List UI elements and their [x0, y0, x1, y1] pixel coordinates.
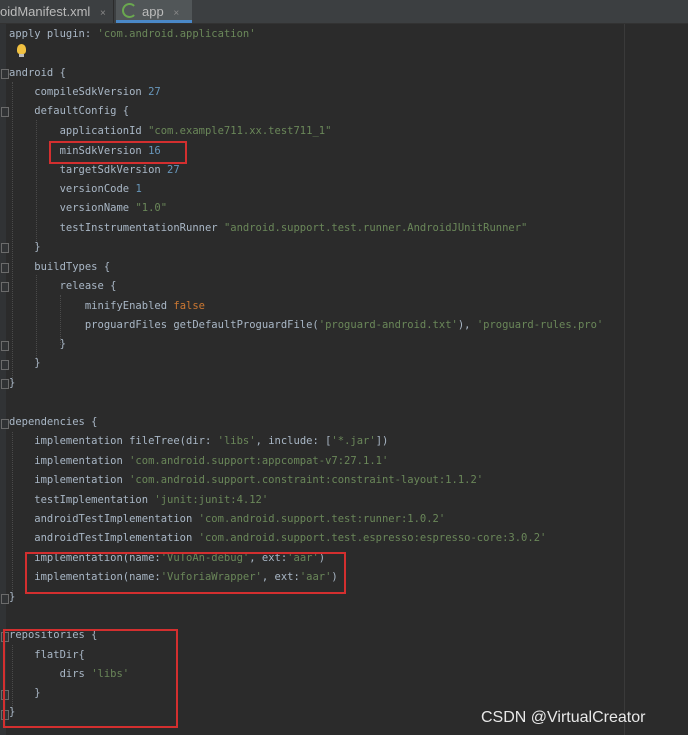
- fold-marker-icon[interactable]: [1, 107, 9, 117]
- code-line[interactable]: testImplementation 'junit:junit:4.12': [9, 491, 268, 510]
- code-line[interactable]: android {: [9, 64, 66, 83]
- code-line[interactable]: androidTestImplementation 'com.android.s…: [9, 510, 445, 529]
- code-line[interactable]: compileSdkVersion 27: [9, 83, 160, 102]
- code-line[interactable]: versionCode 1: [9, 180, 142, 199]
- editor-tab-bar: oidManifest.xml × app ×: [0, 0, 688, 24]
- code-line[interactable]: }: [9, 335, 66, 354]
- fold-marker-icon[interactable]: [1, 282, 9, 292]
- code-line[interactable]: testInstrumentationRunner "android.suppo…: [9, 219, 528, 238]
- fold-marker-icon[interactable]: [1, 594, 9, 604]
- code-line[interactable]: implementation 'com.android.support.cons…: [9, 471, 483, 490]
- code-line[interactable]: release {: [9, 277, 117, 296]
- code-line[interactable]: versionName "1.0": [9, 199, 167, 218]
- code-line[interactable]: buildTypes {: [9, 258, 110, 277]
- highlight-box-repositories: [3, 629, 178, 728]
- fold-marker-icon[interactable]: [1, 419, 9, 429]
- tab-android-manifest[interactable]: oidManifest.xml ×: [0, 0, 114, 23]
- watermark: CSDN @VirtualCreator: [481, 709, 646, 726]
- intention-bulb-icon[interactable]: [17, 44, 26, 57]
- tab-label: app: [142, 4, 164, 19]
- fold-marker-icon[interactable]: [1, 360, 9, 370]
- code-line[interactable]: implementation 'com.android.support:appc…: [9, 452, 388, 471]
- fold-marker-icon[interactable]: [1, 243, 9, 253]
- code-line[interactable]: androidTestImplementation 'com.android.s…: [9, 529, 546, 548]
- fold-marker-icon[interactable]: [1, 69, 9, 79]
- code-line[interactable]: dependencies {: [9, 413, 98, 432]
- highlight-box-min-sdk: [49, 141, 187, 164]
- close-icon[interactable]: ×: [100, 8, 106, 19]
- tab-app-gradle[interactable]: app ×: [116, 0, 192, 23]
- code-line[interactable]: }: [9, 238, 40, 257]
- code-line[interactable]: applicationId "com.example711.xx.test711…: [9, 122, 332, 141]
- app-module-icon: [122, 3, 137, 18]
- code-line[interactable]: minifyEnabled false: [9, 297, 205, 316]
- right-margin-guide: [624, 24, 625, 735]
- fold-marker-icon[interactable]: [1, 341, 9, 351]
- tab-label: oidManifest.xml: [0, 4, 91, 19]
- code-line[interactable]: }: [9, 588, 15, 607]
- code-line[interactable]: }: [9, 354, 40, 373]
- fold-marker-icon[interactable]: [1, 379, 9, 389]
- close-icon[interactable]: ×: [173, 8, 179, 19]
- fold-marker-icon[interactable]: [1, 263, 9, 273]
- code-line[interactable]: apply plugin: 'com.android.application': [9, 25, 256, 44]
- code-line[interactable]: defaultConfig {: [9, 102, 129, 121]
- highlight-box-aar-dependencies: [25, 552, 346, 594]
- code-line[interactable]: }: [9, 374, 15, 393]
- code-line[interactable]: implementation fileTree(dir: 'libs', inc…: [9, 432, 388, 451]
- code-line[interactable]: proguardFiles getDefaultProguardFile('pr…: [9, 316, 603, 335]
